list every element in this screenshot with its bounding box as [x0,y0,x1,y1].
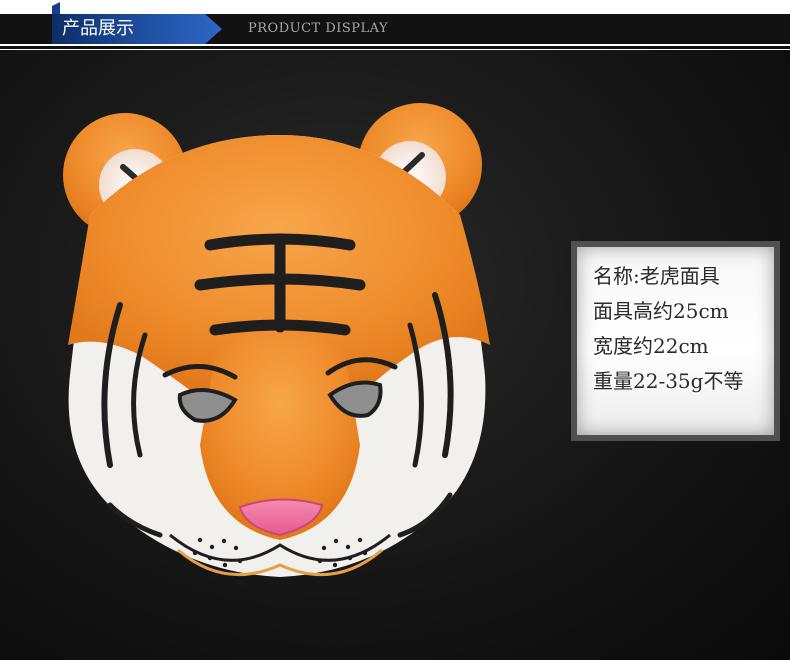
section-header: 产品展示 PRODUCT DISPLAY [0,0,790,50]
spec-name: 名称:老虎面具 [593,264,720,288]
spec-weight: 重量22-35g不等 [593,369,744,393]
header-title: 产品展示 [62,18,134,39]
product-stage: 名称:老虎面具 面具高约25cm 宽度约22cm 重量22-35g不等 [0,50,790,660]
spec-width: 宽度约22cm [593,334,709,358]
tiger-mask-image [63,103,490,577]
spec-card: 名称:老虎面具 面具高约25cm 宽度约22cm 重量22-35g不等 [571,241,780,441]
spec-card-inner: 名称:老虎面具 面具高约25cm 宽度约22cm 重量22-35g不等 [577,247,774,435]
header-rule [0,46,790,49]
spec-height: 面具高约25cm [593,299,729,323]
header-subtitle: PRODUCT DISPLAY [248,21,389,36]
